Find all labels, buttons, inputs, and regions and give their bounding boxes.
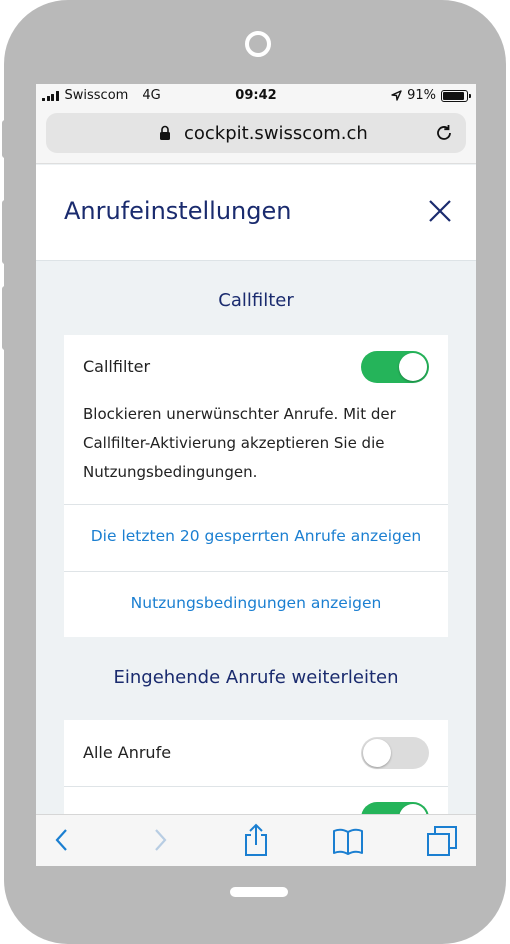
blocked-calls-link[interactable]: Die letzten 20 gesperrten Anrufe anzeige… — [64, 527, 448, 545]
page-title: Anrufeinstellungen — [64, 197, 292, 225]
status-bar: Swisscom 4G 09:42 91% — [36, 84, 476, 108]
lock-icon — [160, 125, 170, 140]
battery-percent: 91% — [407, 88, 436, 103]
tabs-icon[interactable] — [426, 825, 458, 857]
forward-icon[interactable] — [152, 827, 168, 853]
browser-toolbar — [36, 814, 476, 866]
callfilter-section-title: Callfilter — [218, 290, 294, 311]
callfilter-toggle[interactable] — [361, 351, 429, 383]
address-bar[interactable]: cockpit.swisscom.ch — [46, 113, 466, 153]
callfilter-description: Blockieren unerwünschter Anrufe. Mit der… — [83, 405, 396, 481]
url-text: cockpit.swisscom.ch — [184, 123, 368, 144]
divider — [64, 571, 448, 572]
browser-address-area: cockpit.swisscom.ch — [36, 108, 476, 164]
camera-icon — [245, 31, 271, 57]
home-indicator[interactable] — [230, 887, 288, 897]
divider — [64, 786, 448, 787]
forwarding-section-title: Eingehende Anrufe weiterleiten — [113, 667, 399, 688]
callfilter-toggle-label: Callfilter — [83, 357, 151, 376]
all-calls-toggle[interactable] — [361, 737, 429, 769]
bookmarks-icon[interactable] — [332, 827, 364, 855]
divider — [64, 504, 448, 505]
volume-up-button — [2, 200, 8, 264]
screen: Swisscom 4G 09:42 91% cockpit.swisscom.c… — [36, 84, 476, 866]
page-header: Anrufeinstellungen — [36, 165, 476, 261]
terms-link[interactable]: Nutzungsbedingungen anzeigen — [64, 594, 448, 612]
volume-down-button — [2, 286, 8, 350]
location-arrow-icon — [391, 90, 402, 101]
callfilter-card: Callfilter Blockieren unerwünschter Anru… — [64, 335, 448, 637]
share-icon[interactable] — [242, 823, 270, 857]
back-icon[interactable] — [54, 827, 70, 853]
mute-switch — [2, 120, 8, 158]
close-icon[interactable] — [428, 199, 452, 223]
reload-icon[interactable] — [434, 123, 454, 143]
power-button — [500, 196, 506, 266]
battery-icon — [441, 89, 471, 102]
all-calls-label: Alle Anrufe — [83, 743, 172, 762]
